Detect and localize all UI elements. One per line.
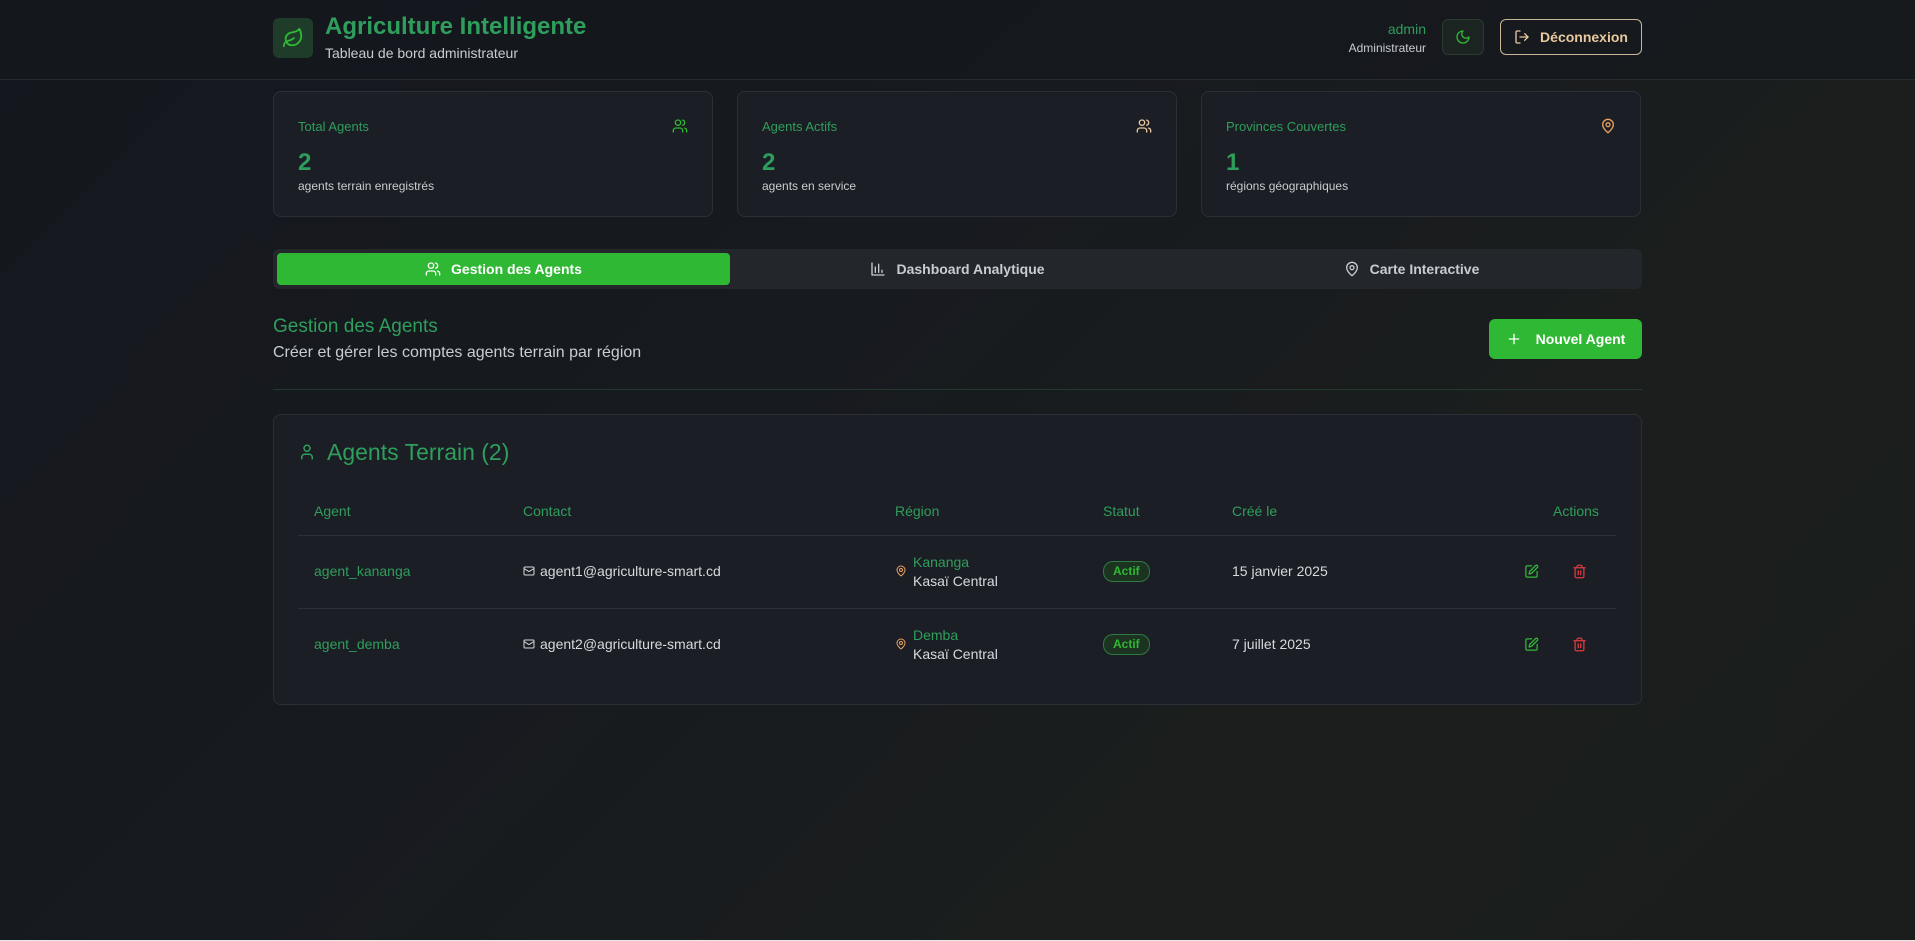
tab-dashboard[interactable]: Dashboard Analytique <box>731 253 1184 285</box>
main-tabs: Gestion des Agents Dashboard Analytique … <box>273 249 1642 289</box>
stat-description: régions géographiques <box>1226 179 1349 193</box>
user-icon <box>298 443 316 466</box>
table-title: Agents Terrain (2) <box>327 439 510 465</box>
map-pin-icon <box>1345 261 1358 277</box>
region-province: Kasaï Central <box>913 573 998 589</box>
map-pin-icon <box>896 565 906 577</box>
region-cell: Kananga Kasaï Central <box>895 553 998 591</box>
row-divider <box>298 535 1616 536</box>
contact-cell: agent1@agriculture-smart.cd <box>523 563 721 579</box>
logout-label: Déconnexion <box>1540 29 1628 45</box>
map-pin-icon <box>896 638 906 650</box>
column-header-contact: Contact <box>523 503 572 519</box>
user-name: admin <box>1387 21 1426 37</box>
section-title: Gestion des Agents <box>273 316 438 337</box>
delete-button[interactable] <box>1568 560 1590 582</box>
new-agent-button[interactable]: Nouvel Agent <box>1489 319 1642 359</box>
mail-icon <box>523 566 535 576</box>
top-header: Agriculture Intelligente Tableau de bord… <box>0 0 1915 80</box>
agent-name-link[interactable]: agent_kananga <box>314 563 411 579</box>
status-cell: Actif <box>1103 561 1150 582</box>
agents-table-card: Agents Terrain (2) Agent Contact Région … <box>273 414 1642 705</box>
column-header-created: Créé le <box>1232 503 1278 519</box>
section-divider <box>273 389 1642 390</box>
stat-card-provinces: Provinces Couvertes 1 régions géographiq… <box>1201 91 1641 217</box>
agent-name-link[interactable]: agent_demba <box>314 636 400 652</box>
edit-icon <box>1524 564 1538 578</box>
users-icon <box>1136 118 1152 139</box>
stat-description: agents terrain enregistrés <box>298 179 435 193</box>
logout-icon <box>1515 30 1529 44</box>
mail-icon <box>523 639 535 649</box>
edit-icon <box>1524 637 1538 651</box>
app-subtitle: Tableau de bord administrateur <box>325 45 519 61</box>
status-cell: Actif <box>1103 634 1150 655</box>
stat-card-active-agents: Agents Actifs 2 agents en service <box>737 91 1177 217</box>
row-divider <box>298 608 1616 609</box>
region-city: Kananga <box>913 554 970 570</box>
column-header-status: Statut <box>1103 503 1140 519</box>
column-header-region: Région <box>895 503 940 519</box>
region-cell: Demba Kasaï Central <box>895 626 998 664</box>
plus-icon <box>1508 333 1519 345</box>
status-badge: Actif <box>1103 561 1150 582</box>
stat-title: Total Agents <box>298 119 369 134</box>
tab-label: Dashboard Analytique <box>896 261 1045 277</box>
moon-icon <box>1456 30 1470 44</box>
region-city: Demba <box>913 627 959 643</box>
bar-chart-icon <box>871 262 886 276</box>
edit-button[interactable] <box>1520 560 1542 582</box>
column-header-agent: Agent <box>314 503 351 519</box>
contact-email: agent2@agriculture-smart.cd <box>540 636 721 652</box>
trash-icon <box>1572 637 1586 651</box>
stat-value: 2 <box>762 149 776 176</box>
map-pin-icon <box>1600 118 1616 139</box>
region-province: Kasaï Central <box>913 646 998 662</box>
stat-card-total-agents: Total Agents 2 agents terrain enregistré… <box>273 91 713 217</box>
leaf-logo-icon <box>273 18 313 58</box>
users-icon <box>425 262 441 276</box>
logout-button[interactable]: Déconnexion <box>1500 19 1642 55</box>
status-badge: Actif <box>1103 634 1150 655</box>
column-header-actions: Actions <box>1553 503 1599 519</box>
tab-label: Gestion des Agents <box>451 261 582 277</box>
stat-title: Provinces Couvertes <box>1226 119 1346 134</box>
stat-title: Agents Actifs <box>762 119 838 134</box>
tab-map[interactable]: Carte Interactive <box>1185 253 1638 285</box>
section-subtitle: Créer et gérer les comptes agents terrai… <box>273 344 642 361</box>
tab-label: Carte Interactive <box>1369 261 1480 277</box>
theme-toggle-button[interactable] <box>1442 19 1484 55</box>
delete-button[interactable] <box>1568 633 1590 655</box>
tab-agents[interactable]: Gestion des Agents <box>277 253 730 285</box>
user-role: Administrateur <box>1348 41 1426 55</box>
stat-value: 1 <box>1226 149 1240 176</box>
new-agent-label: Nouvel Agent <box>1535 331 1626 347</box>
created-date: 15 janvier 2025 <box>1232 563 1328 579</box>
contact-email: agent1@agriculture-smart.cd <box>540 563 721 579</box>
contact-cell: agent2@agriculture-smart.cd <box>523 636 721 652</box>
app-title: Agriculture Intelligente <box>325 13 587 40</box>
edit-button[interactable] <box>1520 633 1542 655</box>
stat-description: agents en service <box>762 179 857 193</box>
trash-icon <box>1572 564 1586 578</box>
stat-value: 2 <box>298 149 312 176</box>
created-date: 7 juillet 2025 <box>1232 636 1311 652</box>
users-icon <box>672 118 688 139</box>
